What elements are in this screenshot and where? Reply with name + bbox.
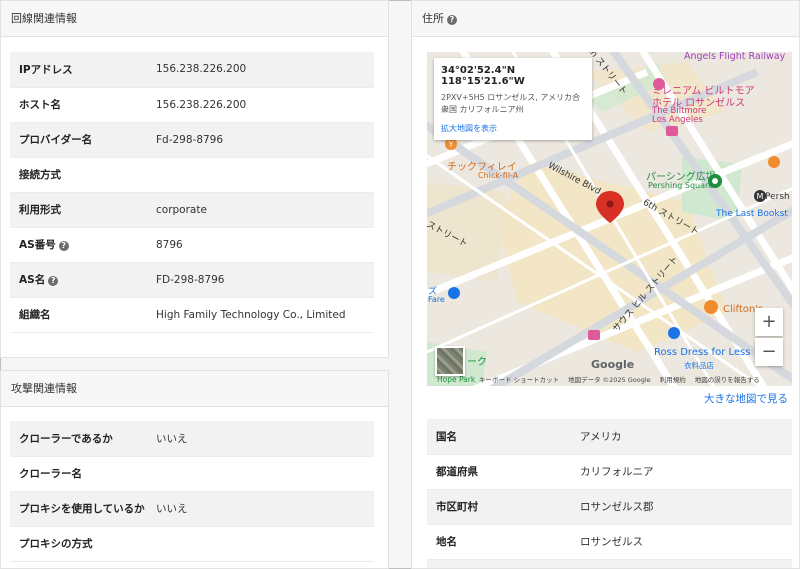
table-row: 利用形式 corporate [10,192,374,228]
table-row: プロキシを使用しているか いいえ [10,491,374,527]
larger-map-link[interactable]: 大きな地図で見る [704,391,788,406]
help-icon[interactable]: ? [58,241,69,251]
row-label: 都道府県 [427,454,580,490]
row-value: カリフォルニア [580,454,792,490]
restaurant-icon [768,156,780,168]
row-value: 156.238.226.200 [156,87,374,123]
cocktail-icon [704,300,718,314]
row-label [427,559,580,568]
table-row: 都道府県 カリフォルニア [427,454,792,490]
address-header: 住所? [412,1,799,37]
zoom-in-button[interactable]: + [755,308,783,336]
zoom-out-button[interactable]: − [755,338,783,366]
row-label: 接続方式 [10,157,156,193]
address-table: 国名 アメリカ 都道府県 カリフォルニア 市区町村 ロサンゼルス郡 地名 ロサンゼルス [427,419,792,568]
table-row: IPアドレス 156.238.226.200 [10,52,374,88]
address-title: 住所 [422,12,444,25]
map-pin-icon [596,191,624,223]
row-value: High Family Technology Co., Limited [156,297,374,333]
row-value: アメリカ [580,419,792,455]
park-icon [708,174,722,188]
table-row: 国名 アメリカ [427,419,792,455]
row-value: FD-298-8796 [156,262,374,298]
row-label: AS名? [10,262,156,298]
table-row: プロキシの方式 [10,526,374,562]
row-label: ホスト名 [10,87,156,123]
row-value: ロサンゼルス郡 [580,489,792,525]
map-coordinates: 34°02'52.4"N 118°15'21.6"W [441,65,525,87]
view-larger-map-link[interactable]: 拡大地図を表示 [441,123,585,134]
shopping-icon [668,327,680,339]
metro-icon: M [754,190,766,202]
row-label: 利用形式 [10,192,156,228]
map-embed[interactable]: Angels Flight Railway ミレニアム ビルトモア ホテル ロサ… [427,52,792,386]
address-panel: 住所? Angels Flight Railway ミレニアム ビルトモア ホテ… [411,0,800,569]
row-value [156,157,374,193]
hotel-icon [588,330,600,340]
line-info-table: IPアドレス 156.238.226.200 ホスト名 156.238.226.20… [10,52,374,333]
satellite-thumbnail[interactable] [435,346,465,376]
row-value: いいえ [156,491,374,527]
table-row: クローラー名 [10,456,374,492]
map-data-text: 地図データ ©2025 Google [568,376,651,384]
shopping-icon [448,287,460,299]
row-value [156,526,374,562]
row-value [156,456,374,492]
help-icon[interactable]: ? [447,15,457,25]
keyboard-shortcuts-link[interactable]: キーボード ショートカット [479,376,559,384]
row-label: プロバイダー名 [10,122,156,158]
attack-info-table: クローラーであるか いいえ クローラー名 プロキシを使用しているか いいえ プロキシ… [10,421,374,562]
table-row: 地名 ロサンゼルス [427,524,792,560]
row-label: AS番号? [10,227,156,263]
table-row: 接続方式 [10,157,374,193]
help-icon[interactable]: ? [48,276,59,286]
table-row: AS番号? 8796 [10,227,374,263]
row-value [580,559,792,568]
map-address: 2PXV+5H5 ロサンゼルス, アメリカ合 衆国 カリフォルニア州 [441,93,580,114]
row-label: プロキシの方式 [10,526,156,562]
row-label: クローラーであるか [10,421,156,457]
terms-link[interactable]: 利用規約 [660,376,686,384]
line-info-title: 回線関連情報 [1,1,388,37]
map-info-card: 34°02'52.4"N 118°15'21.6"W 2PXV+5H5 ロサンゼ… [434,58,592,140]
row-label: 国名 [427,419,580,455]
report-error-link[interactable]: 地図の誤りを報告する [695,376,760,384]
row-label: IPアドレス [10,52,156,88]
table-row [427,559,792,568]
table-row: ホスト名 156.238.226.200 [10,87,374,123]
google-logo: Google [591,358,635,371]
line-info-panel: 回線関連情報 IPアドレス 156.238.226.200 ホスト名 156.238… [0,0,389,358]
row-value: ロサンゼルス [580,524,792,560]
svg-text:Y: Y [448,140,454,149]
row-label: 組織名 [10,297,156,333]
row-label: 市区町村 [427,489,580,525]
row-label: 地名 [427,524,580,560]
attack-info-title: 攻撃関連情報 [1,371,388,407]
row-label: クローラー名 [10,456,156,492]
table-row: 組織名 High Family Technology Co., Limited [10,297,374,333]
landmark-icon [653,78,665,90]
table-row: AS名? FD-298-8796 [10,262,374,298]
row-value: corporate [156,192,374,228]
table-row: クローラーであるか いいえ [10,421,374,457]
hotel-icon [666,126,678,136]
table-row: プロバイダー名 Fd-298-8796 [10,122,374,158]
row-value: 156.238.226.200 [156,52,374,88]
map-attribution: キーボード ショートカット 地図データ ©2025 Google 利用規約 地図の誤り… [479,374,769,384]
row-value: Fd-298-8796 [156,122,374,158]
row-value: いいえ [156,421,374,457]
row-value: 8796 [156,227,374,263]
attack-info-panel: 攻撃関連情報 クローラーであるか いいえ クローラー名 プロキシを使用しているかい… [0,370,389,569]
row-label: プロキシを使用しているか [10,491,156,527]
svg-text:M: M [757,192,764,201]
table-row: 市区町村 ロサンゼルス郡 [427,489,792,525]
